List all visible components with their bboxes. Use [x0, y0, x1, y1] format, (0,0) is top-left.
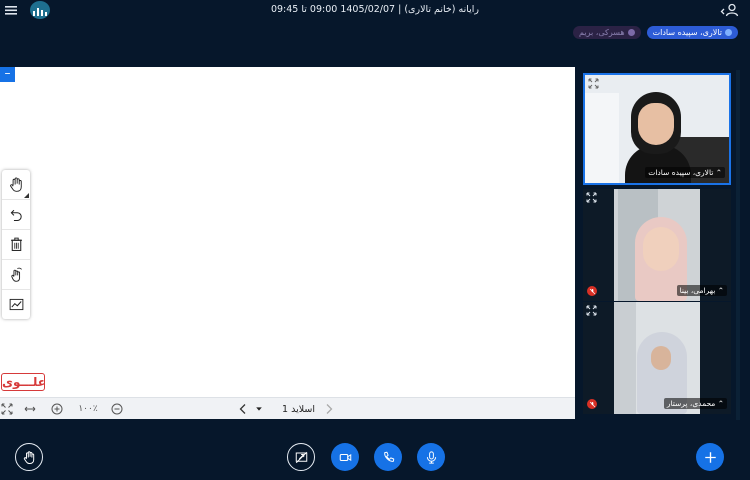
whiteboard[interactable]: [0, 67, 575, 419]
hand-tool-button[interactable]: [2, 170, 30, 200]
zoom-in-icon: [51, 403, 63, 415]
mic-off-dot-icon: [627, 29, 635, 36]
multi-touch-icon: [10, 267, 22, 282]
expand-icon[interactable]: [586, 192, 597, 203]
participant-name-3: محمدی، پرستار ⌃: [663, 398, 727, 409]
video-list-scrollbar[interactable]: [736, 70, 740, 420]
presenter-chip[interactable]: تالاری، سپیده سادات: [646, 26, 738, 39]
window-light: [585, 93, 619, 183]
participant-name-2: بهرامی، بینا ⌃: [676, 285, 727, 296]
next-slide-button[interactable]: [236, 402, 250, 416]
undo-button[interactable]: [2, 200, 30, 230]
fit-width-icon: [24, 406, 36, 412]
prev-slide-button[interactable]: [322, 402, 336, 416]
mute-button[interactable]: [417, 443, 445, 471]
slide-select[interactable]: اسلاید 1: [255, 401, 315, 417]
submenu-corner-icon: [24, 193, 29, 198]
chevron-down-icon: [256, 407, 262, 411]
screen-share-button[interactable]: [287, 443, 315, 471]
muted-chip-label: هسرکی، بریم: [579, 28, 625, 37]
video-tile-3[interactable]: محمدی، پرستار ⌃: [583, 302, 731, 414]
mic-off-icon: [587, 286, 597, 296]
zoom-in-button[interactable]: [50, 402, 64, 416]
undo-icon: [10, 209, 22, 221]
mic-off-icon: [587, 399, 597, 409]
presenter-chip-label: تالاری، سپیده سادات: [652, 28, 722, 37]
talking-indicators: تالاری، سپیده سادات هسرکی، بریم: [573, 26, 738, 39]
plus-icon: [704, 451, 716, 463]
muted-chip[interactable]: هسرکی، بریم: [573, 26, 641, 39]
join-audio-button[interactable]: [374, 443, 402, 471]
video-tile-1[interactable]: تالاری، سپیده سادات ⌃: [583, 73, 731, 185]
person-face: [643, 227, 679, 271]
pen-tool-button[interactable]: [2, 290, 30, 319]
zoom-out-icon: [111, 403, 123, 415]
fullscreen-button[interactable]: [0, 402, 14, 416]
expand-icon[interactable]: [588, 78, 599, 89]
video-tile-2[interactable]: بهرامی، بینا ⌃: [583, 189, 731, 301]
multi-user-button[interactable]: [2, 260, 30, 290]
raise-hand-icon: [23, 450, 34, 464]
whiteboard-toolbar: [2, 170, 30, 319]
prev-slide-icon: [326, 404, 333, 414]
microphone-icon: [426, 450, 436, 464]
zoom-level: ۱۰۰٪: [78, 404, 98, 414]
meeting-title: رایانه (خانم تالاری) | 1405/02/07 09:00 …: [270, 4, 480, 15]
expand-icon[interactable]: [586, 305, 597, 316]
hand-icon: [9, 177, 22, 192]
presentation-footer: ۱۰۰٪ اسلاید 1: [0, 397, 575, 419]
phone-icon: [383, 451, 394, 462]
fit-width-button[interactable]: [23, 402, 37, 416]
wall-shadow: [614, 302, 636, 414]
user-icon[interactable]: [718, 2, 740, 18]
top-bar: رایانه (خانم تالاری) | 1405/02/07 09:00 …: [0, 0, 750, 22]
trash-icon: [10, 237, 22, 251]
minimize-presentation-button[interactable]: –: [0, 67, 15, 82]
stamp-watermark: علـــوی: [1, 373, 46, 391]
pen-line-icon: [9, 298, 23, 311]
screen-share-off-icon: [295, 451, 307, 463]
slide-select-label: اسلاید 1: [282, 403, 315, 415]
video-icon: [339, 453, 351, 461]
actions-button[interactable]: [696, 443, 724, 471]
share-webcam-button[interactable]: [331, 443, 359, 471]
microphone-dot-icon: [725, 29, 732, 36]
person-face: [638, 103, 674, 145]
clear-all-button[interactable]: [2, 230, 30, 260]
participant-name-1: تالاری، سپیده سادات ⌃: [645, 167, 725, 178]
raise-hand-button[interactable]: [15, 443, 43, 471]
fit-screen-icon: [1, 403, 13, 415]
zoom-out-button[interactable]: [110, 402, 124, 416]
person-face: [651, 346, 671, 370]
next-slide-icon: [239, 404, 246, 414]
